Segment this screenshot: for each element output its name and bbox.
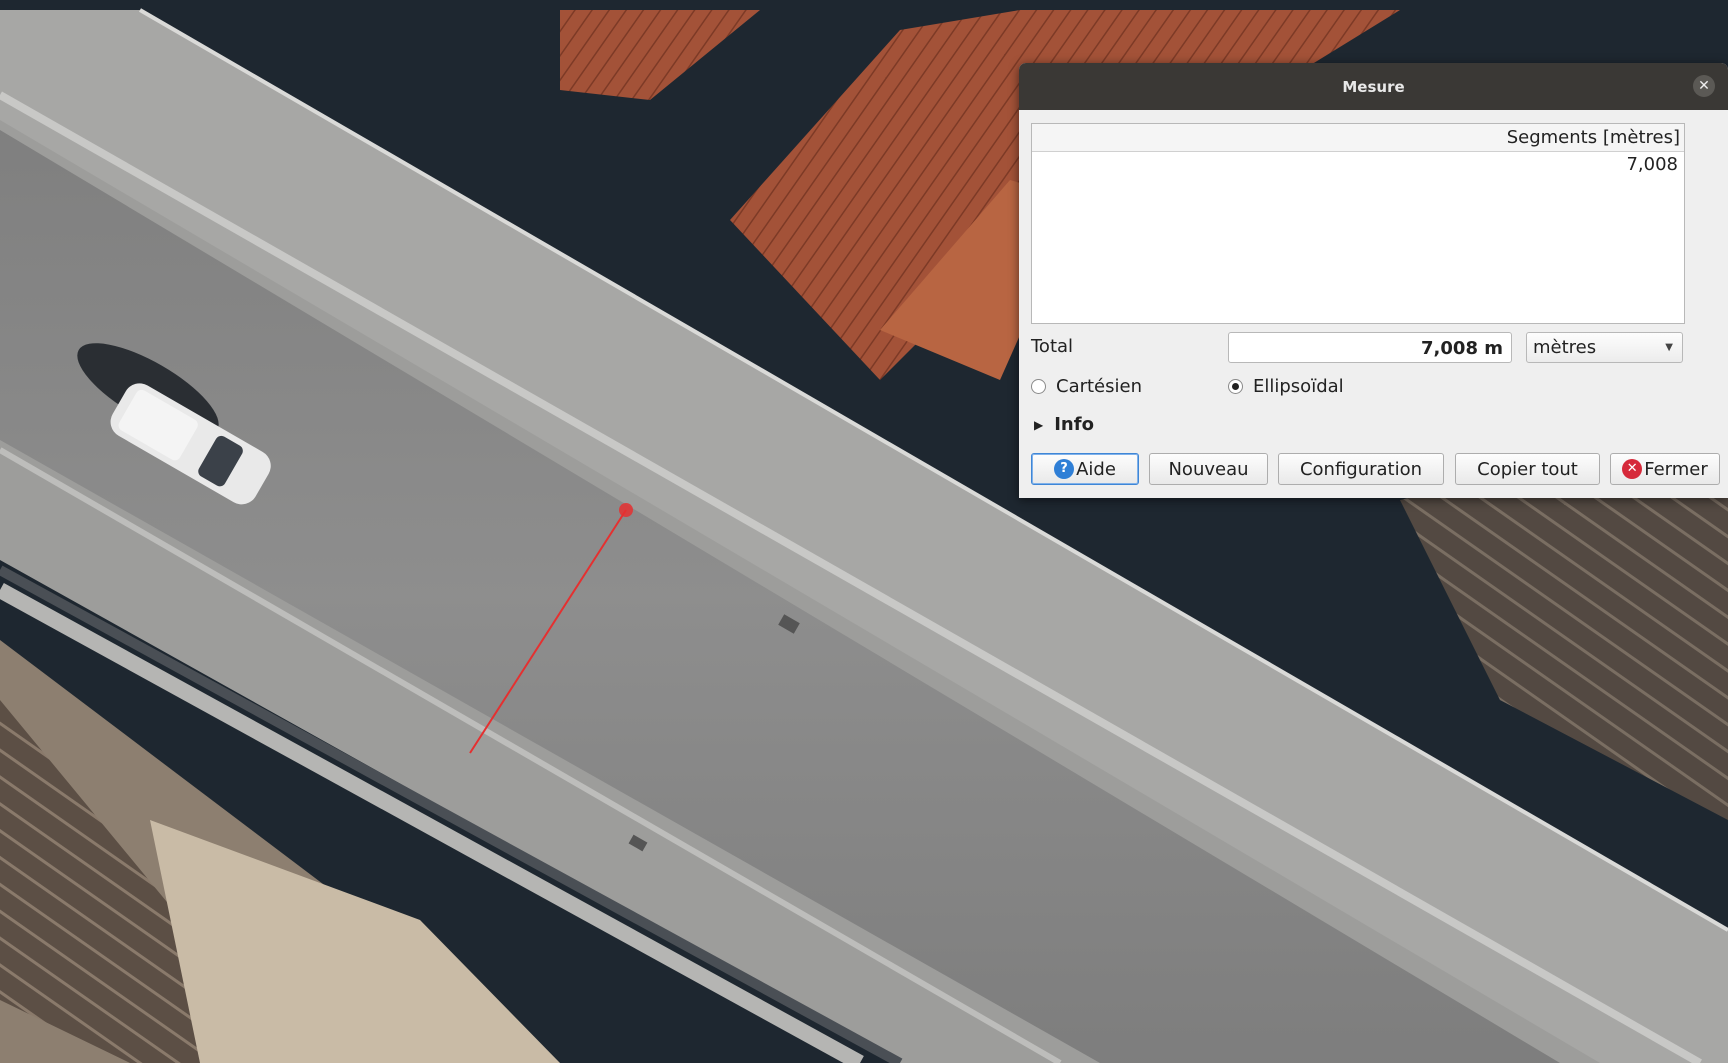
unit-select[interactable]: mètres ▼	[1526, 332, 1683, 363]
total-value-field[interactable]: 7,008 m	[1228, 332, 1512, 363]
radio-ellipsoidal-indicator[interactable]	[1228, 379, 1243, 394]
close-icon[interactable]: ✕	[1693, 75, 1715, 97]
copy-all-button[interactable]: Copier tout	[1455, 453, 1600, 485]
help-icon: ?	[1054, 459, 1075, 479]
configuration-button[interactable]: Configuration	[1278, 453, 1444, 485]
chevron-down-icon: ▼	[1665, 342, 1673, 353]
segments-table[interactable]: Segments [mètres] 7,008	[1031, 123, 1685, 324]
copy-all-button-label: Copier tout	[1477, 458, 1578, 480]
configuration-button-label: Configuration	[1299, 458, 1423, 480]
help-button[interactable]: ? Aide	[1031, 453, 1139, 485]
radio-cartesian-indicator[interactable]	[1031, 379, 1046, 394]
radio-ellipsoidal[interactable]: Ellipsoïdal	[1228, 376, 1344, 397]
close-circle-icon: ✕	[1622, 459, 1643, 479]
info-expander[interactable]: ▶ Info	[1034, 414, 1094, 435]
new-button[interactable]: Nouveau	[1149, 453, 1268, 485]
total-label: Total	[1031, 336, 1074, 357]
measure-dialog: Mesure ✕ Segments [mètres] 7,008 Total 7…	[1019, 63, 1728, 498]
expand-triangle-icon: ▶	[1034, 417, 1044, 432]
radio-ellipsoidal-label: Ellipsoïdal	[1253, 376, 1344, 397]
info-label: Info	[1054, 414, 1094, 435]
table-row[interactable]: 7,008	[1032, 152, 1684, 178]
segments-column-header[interactable]: Segments [mètres]	[1032, 124, 1684, 152]
dialog-titlebar[interactable]: Mesure ✕	[1019, 63, 1728, 110]
radio-cartesian[interactable]: Cartésien	[1031, 376, 1142, 397]
new-button-label: Nouveau	[1168, 458, 1249, 480]
close-button[interactable]: ✕ Fermer	[1610, 453, 1720, 485]
measure-vertex[interactable]	[619, 503, 633, 517]
radio-cartesian-label: Cartésien	[1056, 376, 1142, 397]
close-button-label: Fermer	[1644, 458, 1708, 480]
help-button-label: Aide	[1076, 458, 1116, 480]
dialog-title: Mesure	[1342, 77, 1405, 96]
unit-selected-value: mètres	[1533, 337, 1597, 358]
